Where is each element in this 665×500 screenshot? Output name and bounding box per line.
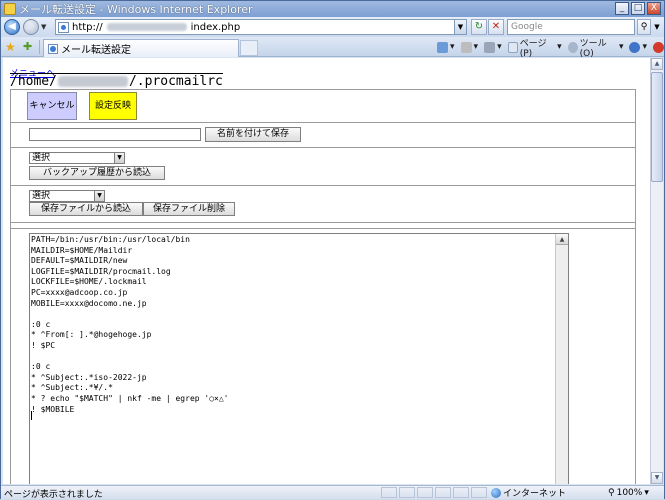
minimize-button[interactable]: _ [615,2,629,15]
feeds-icon [460,41,472,53]
status-cell [381,487,397,498]
divider [11,223,635,229]
forward-button[interactable]: ▶ [23,19,39,35]
tools-menu-label: ツール(O) [579,38,607,59]
saved-file-select-value: 選択 [32,191,51,201]
print-icon [484,41,496,53]
page-content: メニューへ /home/ /.procmailrc キャンセル 設定反映 名前を… [3,58,650,484]
address-dropdown-icon[interactable]: ▼ [454,20,466,34]
globe-icon [491,487,501,498]
save-as-section: 名前を付けて保存 [11,123,635,148]
load-saved-button[interactable]: 保存ファイルから読込 [29,202,143,216]
browser-window: メール転送設定 - Windows Internet Explorer _ □ … [0,0,665,500]
history-dropdown-icon[interactable]: ▼ [41,23,46,31]
url-prefix: http:// [72,21,103,33]
backup-select[interactable]: 選択 ▼ [29,152,125,164]
tab-title: メール転送設定 [61,45,131,56]
save-name-input[interactable] [29,128,201,141]
settings-form: キャンセル 設定反映 名前を付けて保存 選択 ▼ バックアップ履歴から読込 選択… [10,89,636,484]
saved-file-select[interactable]: 選択 ▼ [29,190,105,202]
cancel-button[interactable]: キャンセル [27,92,77,120]
stop-icon[interactable]: ✕ [488,19,504,35]
backup-select-value: 選択 [32,153,51,163]
tab-separator [39,40,40,54]
scroll-thumb[interactable] [651,72,663,182]
saved-file-section: 選択 ▼ 保存ファイルから読込 保存ファイル削除 [11,186,635,223]
backup-section: 選択 ▼ バックアップ履歴から読込 [11,148,635,186]
addon-icon [653,41,664,53]
magnifier-icon: ⚲ [608,487,615,498]
add-favorite-icon[interactable]: ✚ [23,40,32,53]
tab-bar: ★ ✚ メール転送設定 ▾ ▾ ▾ ページ(P) ▾ ツール(O) ▾ ▾ [1,37,664,59]
print-button[interactable]: ▾ [484,41,502,53]
help-button[interactable]: ▾ [629,41,647,53]
action-section: キャンセル 設定反映 [11,90,635,123]
backup-load-button[interactable]: バックアップ履歴から読込 [29,166,165,180]
zoom-control[interactable]: ⚲ 100% ▾ [608,486,649,499]
chevron-down-icon: ▼ [114,153,124,163]
page-icon [58,21,69,33]
home-icon [437,41,448,53]
new-tab-button[interactable] [240,40,258,56]
scroll-up-icon[interactable]: ▲ [651,58,663,70]
search-icon[interactable]: ⚲ [637,19,651,35]
status-cell [399,487,415,498]
addon-button[interactable] [653,41,664,53]
gear-icon [567,41,578,53]
page-menu-icon [507,41,518,53]
status-cell [435,487,451,498]
username-redacted [57,76,128,87]
command-bar: ▾ ▾ ▾ ページ(P) ▾ ツール(O) ▾ ▾ [437,39,664,59]
procmailrc-editor[interactable]: PATH=/bin:/usr/bin:/usr/local/bin MAILDI… [29,233,569,484]
close-button[interactable]: X [647,2,661,15]
home-button[interactable]: ▾ [437,41,455,53]
tab-page-icon [48,43,58,54]
status-bar: ページが表示されました インターネット ⚲ 100% ▾ [1,485,664,500]
page-menu[interactable]: ページ(P) ▾ [507,36,562,59]
window-scrollbar[interactable]: ▲ ▼ [650,58,663,484]
path-suffix: /.procmailrc [128,74,223,89]
text-caret [31,411,32,420]
refresh-icon[interactable]: ↻ [471,19,487,35]
maximize-button[interactable]: □ [631,2,645,15]
tools-menu[interactable]: ツール(O) ▾ [567,36,623,59]
file-path-heading: /home/ /.procmailrc [10,73,223,89]
url-suffix: index.php [190,21,241,33]
zoom-level: 100% [616,487,643,498]
title-bar: メール転送設定 - Windows Internet Explorer _ □ … [1,1,664,17]
zone-label: インターネット [503,489,567,499]
favorites-star-icon[interactable]: ★ [5,40,16,54]
scroll-up-icon[interactable]: ▲ [556,234,568,245]
status-text: ページが表示されました [4,490,103,500]
path-prefix: /home/ [10,74,57,89]
search-input[interactable]: Google [507,19,635,35]
chevron-down-icon: ▼ [94,191,104,201]
delete-saved-button[interactable]: 保存ファイル削除 [143,202,235,216]
status-cell [471,487,487,498]
status-cell [417,487,433,498]
apply-settings-button[interactable]: 設定反映 [89,92,137,120]
app-icon [4,3,16,15]
chevron-down-icon: ▾ [644,487,649,498]
url-redacted [106,23,187,31]
back-button[interactable]: ◀ [4,19,20,35]
search-dropdown-icon[interactable]: ▼ [652,19,662,35]
editor-text[interactable]: PATH=/bin:/usr/bin:/usr/local/bin MAILDI… [31,235,555,484]
feeds-button[interactable]: ▾ [460,41,478,53]
editor-scrollbar[interactable]: ▲ [555,234,568,484]
tab-mail-forward[interactable]: メール転送設定 [43,39,239,57]
scroll-down-icon[interactable]: ▼ [651,472,663,484]
address-toolbar: ◀ ▶ ▼ http:// index.php ▼ ↻ ✕ Google ⚲ ▼ [1,17,664,37]
status-cell [453,487,469,498]
help-icon [629,41,641,53]
page-menu-label: ページ(P) [519,38,547,59]
address-input[interactable]: http:// index.php ▼ [55,19,467,35]
security-zone[interactable]: インターネット [491,486,566,499]
save-as-button[interactable]: 名前を付けて保存 [205,127,301,142]
window-title: メール転送設定 - Windows Internet Explorer [19,3,253,16]
